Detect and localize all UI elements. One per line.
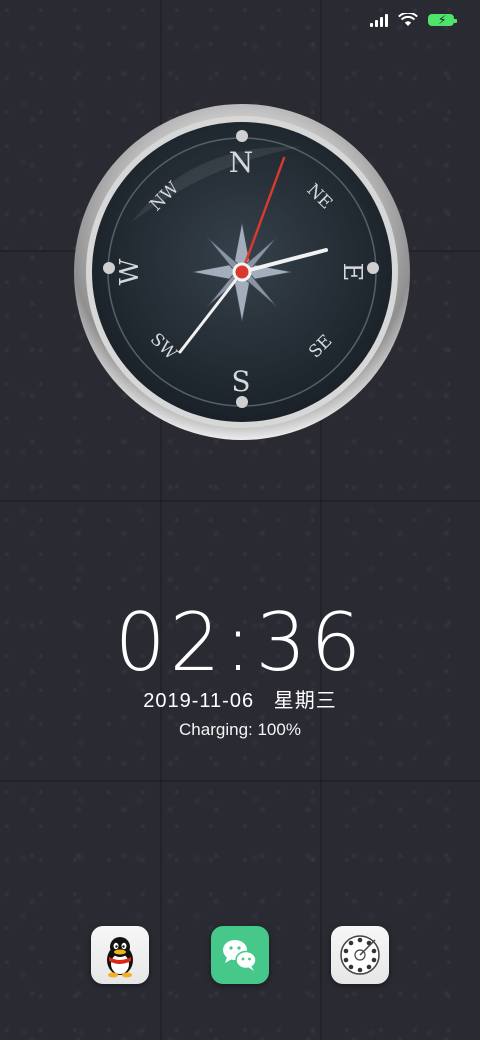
- battery-charging-icon: ⚡: [428, 13, 457, 27]
- compass-label-e: E: [337, 263, 367, 282]
- date-text: 2019-11-06: [143, 690, 255, 712]
- lockscreen-clock: 02:36: [114, 596, 366, 689]
- wechat-icon: [223, 940, 257, 971]
- weekday-text: 星期三: [273, 690, 337, 712]
- compass-label-n: N: [229, 146, 254, 179]
- qq-app-shortcut[interactable]: [91, 926, 149, 984]
- compass-clock-widget[interactable]: N S W E NW NE SW SE: [72, 102, 412, 442]
- wifi-icon: [398, 13, 418, 26]
- charging-status: Charging: 100%: [179, 720, 301, 739]
- status-bar: ⚡: [0, 0, 480, 40]
- compass-label-w: W: [115, 258, 145, 285]
- wechat-app-shortcut[interactable]: [211, 926, 269, 984]
- qq-penguin-icon: [107, 937, 133, 978]
- lockscreen-shortcuts: [0, 926, 480, 986]
- lockscreen-date: 2019-11-06 星期三: [0, 684, 480, 713]
- rotary-dial-icon: [340, 935, 380, 975]
- cellular-signal-icon: [370, 13, 388, 27]
- phone-app-shortcut[interactable]: [331, 926, 389, 984]
- compass-label-s: S: [231, 365, 250, 398]
